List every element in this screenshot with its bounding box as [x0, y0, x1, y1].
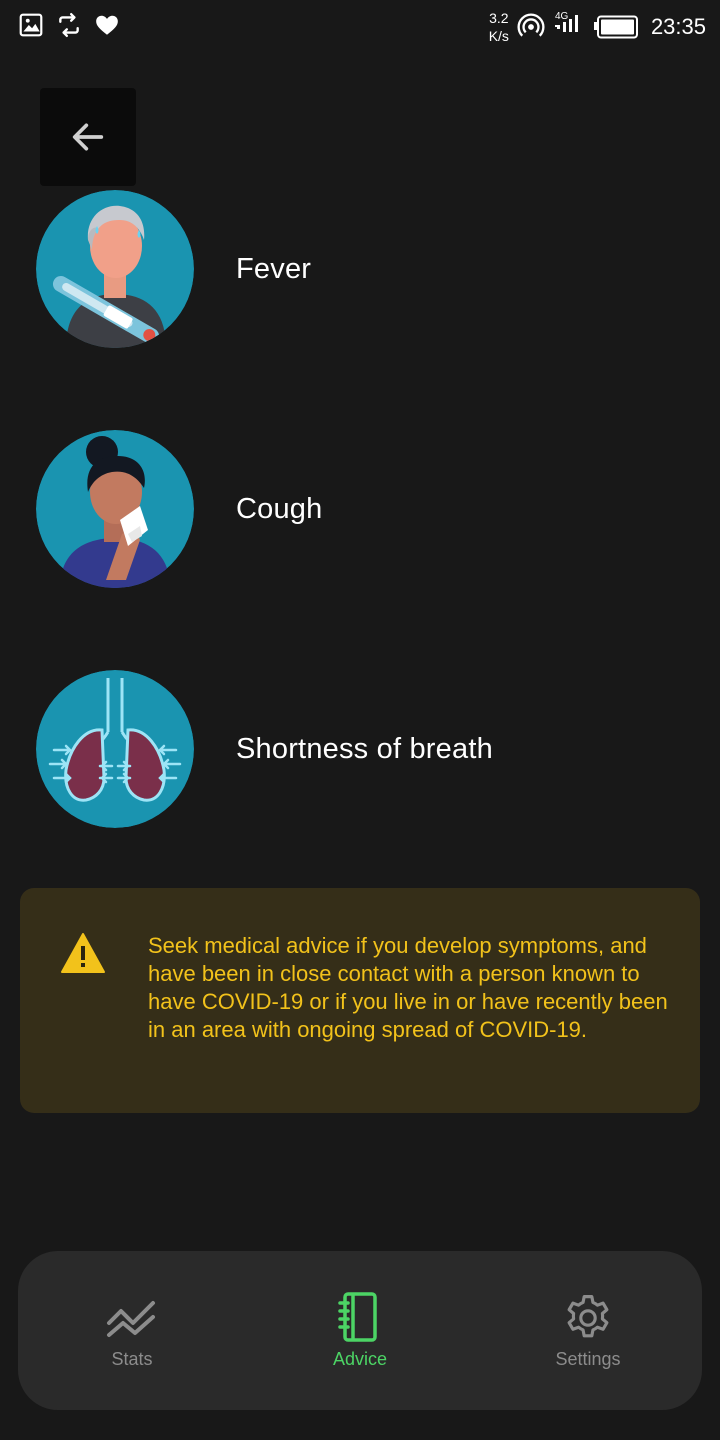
cough-illustration	[36, 430, 194, 588]
nav-item-settings[interactable]: Settings	[474, 1251, 702, 1410]
hotspot-icon	[517, 13, 545, 37]
warning-triangle-icon	[61, 933, 105, 973]
status-bar-left	[18, 12, 120, 38]
nav-label: Stats	[111, 1349, 153, 1369]
clock: 23:35	[650, 14, 706, 39]
status-bar-right: 3.2 K/s 4G 23:35	[489, 4, 706, 50]
symptom-label: Cough	[236, 492, 323, 525]
nav-label: Advice	[332, 1349, 388, 1369]
battery-icon	[593, 15, 638, 39]
medical-advice-warning-card: Seek medical advice if you develop sympt…	[20, 888, 700, 1113]
warning-text: Seek medical advice if you develop sympt…	[148, 933, 668, 1042]
gallery-icon	[19, 13, 43, 37]
bottom-navigation: Stats Advice Settings	[18, 1251, 702, 1410]
signal-indicator: 4G	[553, 12, 585, 42]
nav-item-stats[interactable]: Stats	[18, 1251, 246, 1410]
nav-label: Settings	[555, 1349, 621, 1369]
nav-item-advice[interactable]: Advice	[246, 1251, 474, 1410]
symptom-label: Fever	[236, 252, 312, 285]
network-speed-value: 3.2	[489, 10, 509, 26]
network-speed-unit: K/s	[488, 28, 509, 44]
sync-icon	[59, 12, 79, 38]
symptom-label: Shortness of breath	[236, 732, 493, 765]
status-bar: 3.2 K/s 4G 23:35	[0, 0, 720, 56]
advice-notebook-icon	[338, 1292, 377, 1342]
arrow-left-icon	[72, 123, 104, 151]
symptom-row-shortness-of-breath: Shortness of breath	[36, 669, 686, 829]
fever-illustration	[36, 190, 194, 348]
symptom-row-fever: Fever	[36, 189, 686, 349]
heart-icon	[96, 15, 118, 35]
back-button[interactable]	[40, 88, 136, 186]
gear-icon	[567, 1295, 609, 1338]
signal-icon	[554, 15, 578, 32]
network-speed: 3.2 K/s	[489, 9, 509, 45]
symptom-row-cough: Cough	[36, 429, 686, 589]
stats-icon	[107, 1301, 155, 1337]
lungs-illustration	[36, 670, 194, 828]
